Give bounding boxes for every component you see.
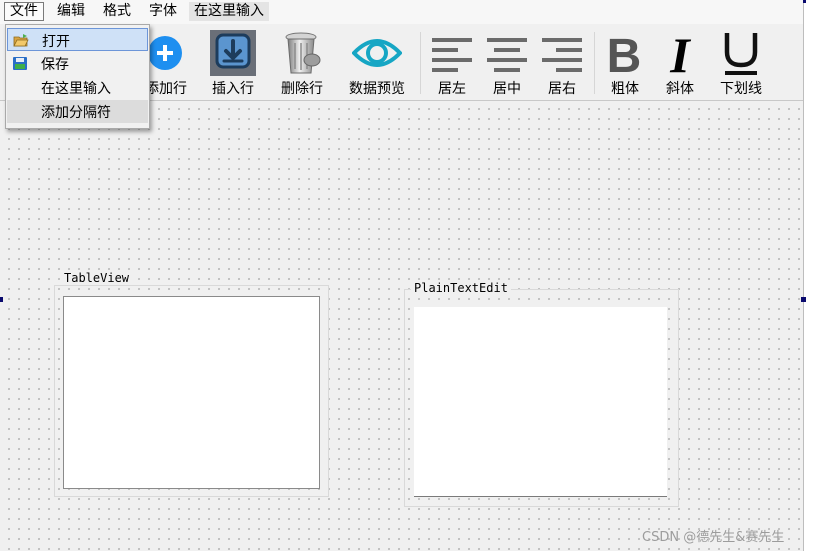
trash-can-icon <box>285 32 321 74</box>
table-view[interactable] <box>63 296 320 489</box>
insert-row-button[interactable]: 插入行 <box>207 24 259 100</box>
align-center-button[interactable]: 居中 <box>484 24 530 100</box>
resize-handle-left[interactable] <box>0 297 3 302</box>
plaintextedit-title: PlainTextEdit <box>411 281 511 295</box>
align-left-button[interactable]: 居左 <box>429 24 475 100</box>
tableview-title: TableView <box>61 271 133 285</box>
menu-item-add-separator-label: 添加分隔符 <box>41 105 111 121</box>
data-preview-label: 数据预览 <box>349 81 405 97</box>
menu-item-open-label: 打开 <box>42 34 70 50</box>
menu-edit[interactable]: 编辑 <box>52 2 90 21</box>
data-preview-button[interactable]: 数据预览 <box>345 24 409 100</box>
insert-download-icon <box>210 30 256 76</box>
align-right-label: 居右 <box>548 81 576 97</box>
plain-text-edit[interactable] <box>414 307 667 497</box>
canvas-right-edge <box>803 0 804 551</box>
align-center-label: 居中 <box>493 81 521 97</box>
toolbar-separator <box>420 32 421 94</box>
delete-row-label: 删除行 <box>281 81 323 97</box>
bold-label: 粗体 <box>611 81 639 97</box>
align-right-icon <box>542 38 582 72</box>
menu-format[interactable]: 格式 <box>98 2 136 21</box>
eye-icon <box>352 39 402 67</box>
bold-button[interactable]: B 粗体 <box>602 24 648 100</box>
bold-icon: B <box>607 30 642 76</box>
menu-item-open[interactable]: 打开 <box>7 28 148 51</box>
save-disk-icon <box>13 57 27 70</box>
delete-row-button[interactable]: 删除行 <box>276 24 328 100</box>
italic-label: 斜体 <box>666 81 694 97</box>
align-center-icon <box>487 38 527 72</box>
menu-item-add-separator[interactable]: 添加分隔符 <box>7 100 148 123</box>
menu-item-type-here[interactable]: 在这里输入 <box>7 76 148 99</box>
menu-item-save[interactable]: 保存 <box>7 52 148 75</box>
toolbar-separator <box>594 32 595 94</box>
resize-handle-right[interactable] <box>801 297 806 302</box>
menu-file[interactable]: 文件 <box>4 2 44 21</box>
align-left-label: 居左 <box>438 81 466 97</box>
menu-font[interactable]: 字体 <box>144 2 182 21</box>
open-folder-icon <box>13 34 29 47</box>
align-left-icon <box>432 38 472 72</box>
align-right-button[interactable]: 居右 <box>539 24 585 100</box>
underline-button[interactable]: 下划线 <box>712 24 770 100</box>
menu-type-here[interactable]: 在这里输入 <box>189 2 269 21</box>
file-menu-dropdown: 打开 保存 在这里输入 添加分隔符 <box>5 24 150 129</box>
menu-item-type-here-label: 在这里输入 <box>41 81 111 97</box>
underline-label: 下划线 <box>720 81 762 97</box>
menu-item-save-label: 保存 <box>41 57 69 73</box>
underline-icon <box>724 33 758 75</box>
svg-text:B: B <box>607 30 642 76</box>
watermark-text: CSDN @德先生&赛先生 <box>642 530 785 545</box>
menu-bar: 文件 编辑 格式 字体 在这里输入 <box>0 0 803 24</box>
svg-text:I: I <box>669 30 691 76</box>
insert-row-label: 插入行 <box>212 81 254 97</box>
italic-button[interactable]: I 斜体 <box>657 24 703 100</box>
italic-icon: I <box>669 30 691 76</box>
